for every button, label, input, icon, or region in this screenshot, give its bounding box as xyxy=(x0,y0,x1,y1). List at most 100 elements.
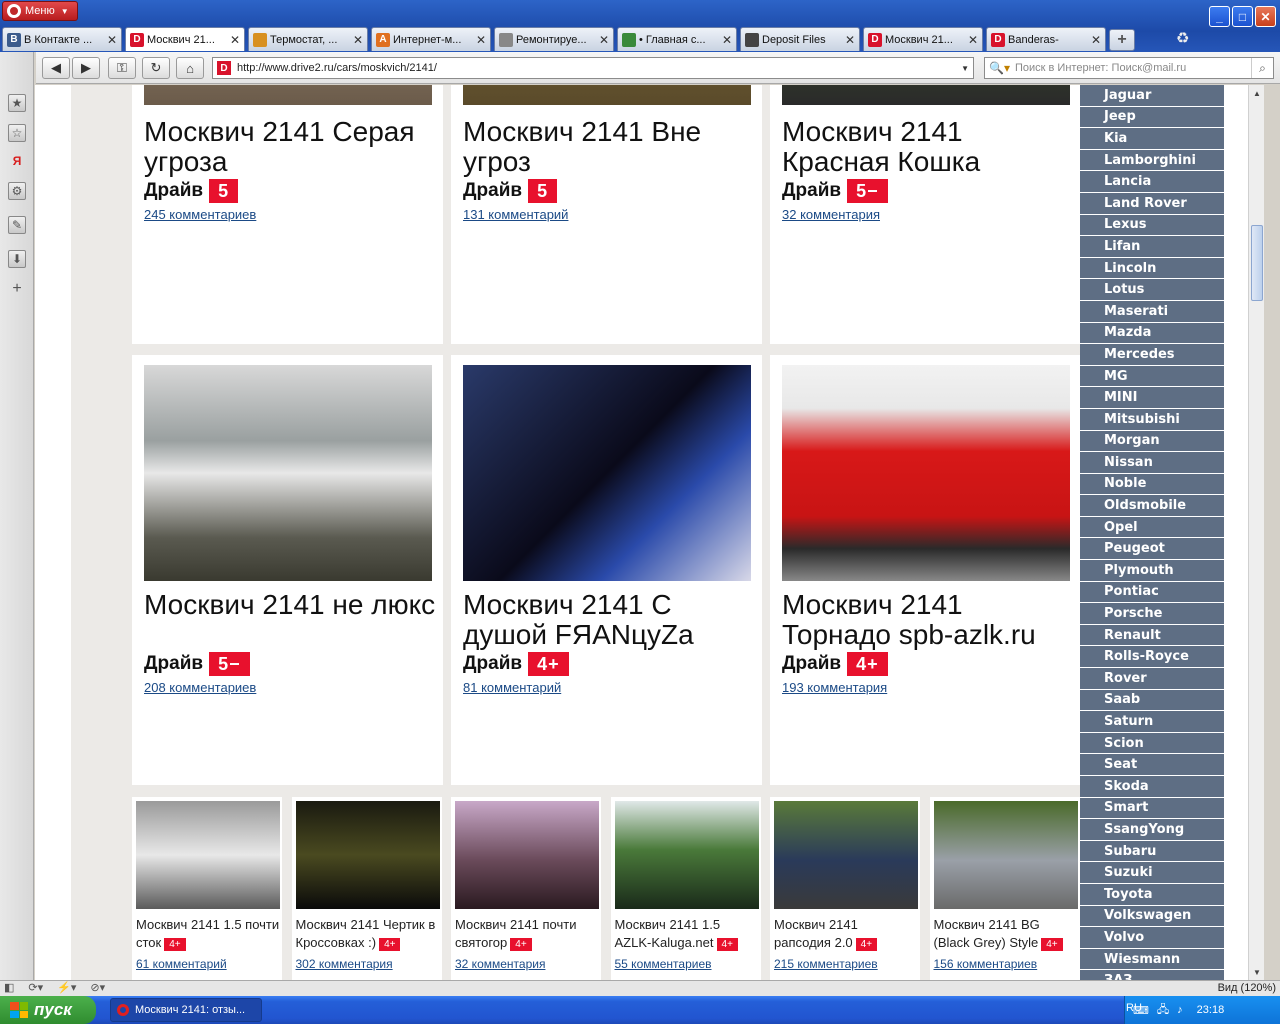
tab-close-icon[interactable]: ✕ xyxy=(845,33,855,47)
car-card[interactable]: Москвич 2141 С душой FЯANцуZa Драйв 4+ 81 к… xyxy=(451,355,762,785)
brand-link[interactable]: Lexus xyxy=(1080,215,1224,237)
new-tab-button[interactable]: + xyxy=(1109,29,1135,51)
brand-link[interactable]: Noble xyxy=(1080,474,1224,496)
brand-link[interactable]: Jeep xyxy=(1080,107,1224,129)
volume-icon[interactable]: ♪ xyxy=(1177,1004,1183,1016)
tab-close-icon[interactable]: ✕ xyxy=(968,33,978,47)
home-button[interactable]: ⌂ xyxy=(176,57,204,79)
comments-link[interactable]: 193 комментария xyxy=(782,680,887,695)
brand-link[interactable]: Lotus xyxy=(1080,279,1224,301)
brand-link[interactable]: Lamborghini xyxy=(1080,150,1224,172)
car-name[interactable]: Москвич 2141 не люкс xyxy=(144,590,440,620)
car-card[interactable]: Москвич 2141 Серая угроза Драйв 5 245 комме… xyxy=(132,85,443,344)
car-card[interactable]: Москвич 2141 Вне угроз Драйв 5 131 коммента… xyxy=(451,85,762,344)
car-photo[interactable] xyxy=(144,365,432,581)
brand-link[interactable]: Rolls-Royce xyxy=(1080,646,1224,669)
comments-link[interactable]: 245 комментариев xyxy=(144,207,256,222)
car-thumb-photo[interactable] xyxy=(933,801,1078,909)
brand-link[interactable]: Suzuki xyxy=(1080,862,1224,884)
network-icon[interactable]: 🖧 xyxy=(1157,1001,1169,1020)
car-name[interactable]: Москвич 2141 Красная Кошка xyxy=(782,117,1078,177)
comments-link[interactable]: 32 комментария xyxy=(782,207,880,222)
brand-link[interactable]: Kia xyxy=(1080,128,1224,150)
browser-tab[interactable]: D Banderas- ✕ xyxy=(986,27,1106,51)
turbo-icon[interactable]: ⚡▾ xyxy=(57,981,76,994)
brand-link[interactable]: Wiesmann xyxy=(1080,949,1224,971)
search-engine-icon[interactable]: 🔍▾ xyxy=(985,61,1015,75)
brand-link[interactable]: Toyota xyxy=(1080,884,1224,906)
car-thumb-card[interactable]: Москвич 2141 Чертик в Кроссовках :) 4+ 302… xyxy=(291,797,442,980)
bookmarks-icon[interactable]: ★ xyxy=(8,94,26,112)
scroll-down-icon[interactable]: ▼ xyxy=(1251,966,1263,978)
scroll-thumb[interactable] xyxy=(1251,225,1263,301)
brand-link[interactable]: Renault xyxy=(1080,625,1224,647)
browser-tab[interactable]: A Интернет-м... ✕ xyxy=(371,27,491,51)
comments-link[interactable]: 302 комментария xyxy=(296,954,440,974)
car-name[interactable]: Москвич 2141 С душой FЯANцуZa xyxy=(463,590,759,650)
car-thumb-name[interactable]: Москвич 2141 BG (Black Grey) Style xyxy=(934,917,1040,950)
tab-close-icon[interactable]: ✕ xyxy=(353,33,363,47)
brand-link[interactable]: Saturn xyxy=(1080,711,1224,733)
chevron-down-icon[interactable]: ▼ xyxy=(961,64,969,73)
brand-link[interactable]: SsangYong xyxy=(1080,819,1224,841)
scroll-up-icon[interactable]: ▲ xyxy=(1251,87,1263,99)
brand-link[interactable]: Nissan xyxy=(1080,452,1224,474)
forward-button[interactable]: ▶ xyxy=(72,57,100,79)
start-button[interactable]: пуск xyxy=(0,996,96,1024)
brand-link[interactable]: Porsche xyxy=(1080,603,1224,625)
brand-link[interactable]: Oldsmobile xyxy=(1080,495,1224,517)
brand-link[interactable]: Peugeot xyxy=(1080,538,1224,561)
car-name[interactable]: Москвич 2141 Серая угроза xyxy=(144,117,440,177)
tab-close-icon[interactable]: ✕ xyxy=(230,33,240,47)
car-photo[interactable] xyxy=(782,365,1070,581)
brand-link[interactable]: MG xyxy=(1080,366,1224,388)
back-button[interactable]: ◀ xyxy=(42,57,70,79)
browser-tab[interactable]: Deposit Files ✕ xyxy=(740,27,860,51)
minimize-button[interactable]: _ xyxy=(1209,6,1230,27)
key-icon[interactable]: ⚿ xyxy=(108,57,136,79)
comments-link[interactable]: 156 комментариев xyxy=(934,954,1078,974)
url-input[interactable]: D http://www.drive2.ru/cars/moskvich/214… xyxy=(212,57,974,79)
car-thumb-name[interactable]: Москвич 2141 1.5 AZLK-Kaluga.net xyxy=(615,917,721,950)
car-card[interactable]: Москвич 2141 Красная Кошка Драйв 5− 32 комм… xyxy=(770,85,1081,344)
brand-link[interactable]: Lancia xyxy=(1080,171,1224,193)
car-thumb-name[interactable]: Москвич 2141 рапсодия 2.0 xyxy=(774,917,858,950)
browser-tab[interactable]: D Москвич 21... ✕ xyxy=(125,27,245,51)
brand-link[interactable]: Land Rover xyxy=(1080,193,1224,215)
tab-close-icon[interactable]: ✕ xyxy=(599,33,609,47)
tab-close-icon[interactable]: ✕ xyxy=(107,33,117,47)
brand-link[interactable]: Mazda xyxy=(1080,323,1224,345)
trash-icon[interactable]: ♻ xyxy=(1176,29,1196,49)
gear-icon[interactable]: ⚙ xyxy=(8,182,26,200)
brand-link[interactable]: ЗАЗ xyxy=(1080,970,1224,980)
taskbar-window-item[interactable]: Москвич 2141: отзы... xyxy=(110,998,262,1022)
brand-link[interactable]: Jaguar xyxy=(1080,85,1224,107)
browser-tab[interactable]: Ремонтируе... ✕ xyxy=(494,27,614,51)
brand-link[interactable]: Plymouth xyxy=(1080,560,1224,582)
car-thumb-photo[interactable] xyxy=(295,801,440,909)
car-thumb-card[interactable]: Москвич 2141 почти святогор 4+ 32 коммента… xyxy=(451,797,601,980)
brand-link[interactable]: Pontiac xyxy=(1080,582,1224,604)
car-thumb-card[interactable]: Москвич 2141 BG (Black Grey) Style 4+ 156 … xyxy=(929,797,1080,980)
block-icon[interactable]: ⊘▾ xyxy=(90,981,105,994)
comments-link[interactable]: 131 комментарий xyxy=(463,207,568,222)
brand-link[interactable]: Opel xyxy=(1080,517,1224,539)
opera-menu-button[interactable]: Меню ▼ xyxy=(2,1,78,21)
car-name[interactable]: Москвич 2141 Вне угроз xyxy=(463,117,759,177)
comments-link[interactable]: 61 комментарий xyxy=(136,954,280,974)
brand-link[interactable]: Lifan xyxy=(1080,236,1224,258)
language-indicator[interactable]: RU xyxy=(1126,1002,1142,1014)
car-thumb-name[interactable]: Москвич 2141 Чертик в Кроссовках :) xyxy=(296,917,436,950)
brand-link[interactable]: Lincoln xyxy=(1080,258,1224,280)
brand-link[interactable]: Volvo xyxy=(1080,927,1224,949)
car-thumb-photo[interactable] xyxy=(136,801,280,909)
car-name[interactable]: Москвич 2141 Торнадо spb-azlk.ru xyxy=(782,590,1078,650)
brand-link[interactable]: Smart xyxy=(1080,798,1224,820)
car-thumb-photo[interactable] xyxy=(774,801,918,909)
downloads-icon[interactable]: ⬇ xyxy=(8,250,26,268)
car-thumb-card[interactable]: Москвич 2141 рапсодия 2.0 4+ 215 комментар… xyxy=(770,797,920,980)
browser-tab[interactable]: D Москвич 21... ✕ xyxy=(863,27,983,51)
add-panel-icon[interactable]: + xyxy=(8,280,26,298)
clock[interactable]: 23:18 xyxy=(1197,1004,1225,1016)
tab-close-icon[interactable]: ✕ xyxy=(1091,33,1101,47)
